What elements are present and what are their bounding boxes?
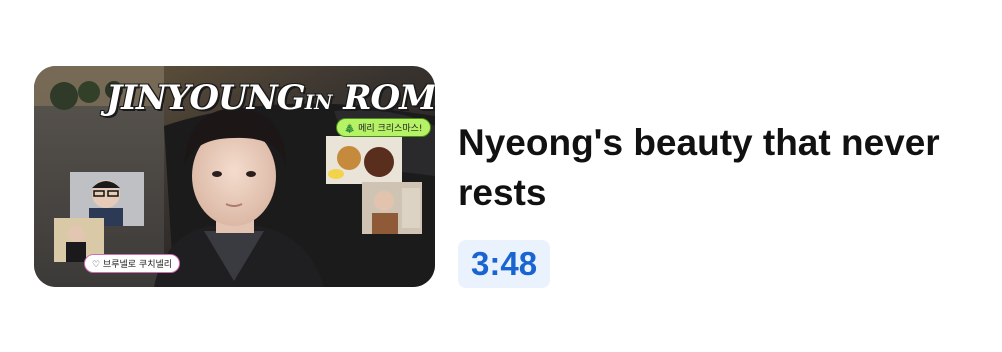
overlay-title-main: JINYOUNG	[106, 78, 306, 118]
thumbnail-caption-bottom: ♡ 브루넬로 쿠치넬리	[84, 254, 181, 273]
duration-badge: 3:48	[458, 240, 551, 288]
overlay-title-in: IN	[304, 90, 333, 114]
thumbnail-caption-top: 🎄 메리 크리스마스!	[336, 118, 431, 137]
thumbnail-overlay-title: JINYOUNGIN ROME	[106, 78, 435, 118]
video-title[interactable]: Nyeong's beauty that never rests	[458, 118, 978, 218]
video-list-item[interactable]: JINYOUNGIN ROME 🎄 메리 크리스마스! ♡ 브루넬로 쿠치넬리 …	[0, 0, 1002, 352]
overlay-title-place: ROME	[343, 78, 435, 118]
video-thumbnail[interactable]: JINYOUNGIN ROME 🎄 메리 크리스마스! ♡ 브루넬로 쿠치넬리	[34, 66, 435, 287]
